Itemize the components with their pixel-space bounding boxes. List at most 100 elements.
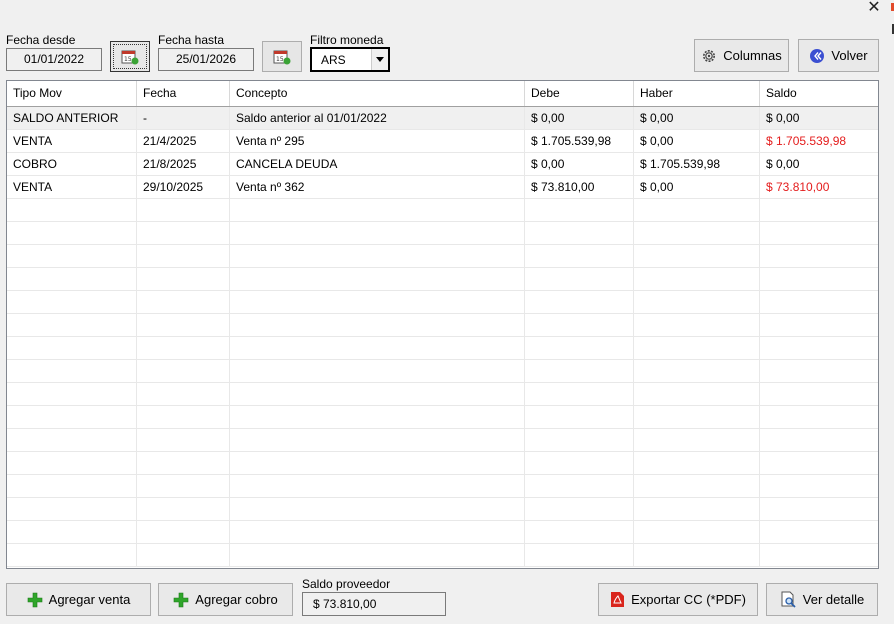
ver-detalle-label: Ver detalle [802,592,865,607]
fecha-hasta-calendar-button[interactable]: 15 [262,41,302,72]
cell-debe [525,406,634,428]
column-header-concepto[interactable]: Concepto [230,81,525,106]
cell-fecha: - [137,107,230,129]
cell-tipo [7,498,137,520]
cell-tipo [7,268,137,290]
cell-tipo [7,383,137,405]
agregar-venta-label: Agregar venta [48,592,131,607]
cell-saldo [760,291,878,313]
filtro-moneda-label: Filtro moneda [310,33,384,47]
cell-haber [634,406,760,428]
movements-table[interactable]: Tipo Mov Fecha Concepto Debe Haber Saldo… [6,80,879,569]
volver-button[interactable]: Volver [798,39,879,72]
cell-tipo [7,360,137,382]
empty-table-row [7,268,878,291]
cell-concepto: Venta nº 362 [230,176,525,198]
cell-haber [634,521,760,543]
cell-tipo [7,314,137,336]
table-row[interactable]: COBRO 21/8/2025 CANCELA DEUDA $ 0,00 $ 1.705… [7,153,878,176]
empty-table-row [7,360,878,383]
plus-icon [27,592,42,607]
cell-fecha [137,544,230,566]
cell-debe [525,222,634,244]
chevron-down-icon[interactable] [371,49,388,70]
moneda-select[interactable]: ARS [310,47,390,72]
cell-haber [634,383,760,405]
exportar-pdf-button[interactable]: Exportar CC (*PDF) [598,583,758,616]
column-header-debe[interactable]: Debe [525,81,634,106]
cell-concepto [230,452,525,474]
fecha-hasta-field[interactable]: 25/01/2026 [158,48,254,71]
cell-saldo [760,337,878,359]
cell-debe [525,498,634,520]
empty-table-row [7,245,878,268]
cell-saldo [760,521,878,543]
pdf-icon [611,592,625,607]
column-header-saldo[interactable]: Saldo [760,81,878,106]
cell-saldo [760,245,878,267]
cell-debe [525,291,634,313]
cell-tipo [7,452,137,474]
agregar-venta-button[interactable]: Agregar venta [6,583,151,616]
saldo-proveedor-label: Saldo proveedor [302,577,391,591]
cell-saldo [760,199,878,221]
cell-saldo [760,406,878,428]
cell-fecha: 21/4/2025 [137,130,230,152]
svg-text:15: 15 [124,56,132,63]
cell-concepto: Venta nº 295 [230,130,525,152]
cell-saldo [760,222,878,244]
cell-tipo: VENTA [7,176,137,198]
table-row[interactable]: SALDO ANTERIOR - Saldo anterior al 01/01/2… [7,107,878,130]
cell-saldo: $ 1.705.539,98 [766,134,847,148]
cell-debe [525,475,634,497]
cell-debe [525,521,634,543]
fecha-desde-calendar-button[interactable]: 15 [110,41,150,72]
cell-tipo: VENTA [7,130,137,152]
cell-debe: $ 0,00 [525,107,634,129]
cell-haber: $ 0,00 [634,130,760,152]
ver-detalle-button[interactable]: Ver detalle [766,583,878,616]
empty-table-row [7,337,878,360]
columnas-button-label: Columnas [723,48,782,63]
cell-fecha: 29/10/2025 [137,176,230,198]
cell-debe [525,429,634,451]
cell-haber [634,222,760,244]
fecha-hasta-label: Fecha hasta [158,33,225,47]
cell-saldo [760,383,878,405]
empty-table-row [7,406,878,429]
cell-fecha [137,222,230,244]
cell-haber [634,245,760,267]
empty-table-row [7,475,878,498]
title-bar: ✕ [0,0,894,24]
cell-concepto [230,268,525,290]
column-header-haber[interactable]: Haber [634,81,760,106]
cell-fecha [137,429,230,451]
moneda-select-value: ARS [321,53,346,67]
back-icon [810,48,825,63]
cell-tipo [7,199,137,221]
cell-fecha [137,475,230,497]
cell-haber [634,498,760,520]
cell-fecha [137,337,230,359]
agregar-cobro-button[interactable]: Agregar cobro [158,583,293,616]
calendar-icon: 15 [273,50,291,64]
cell-tipo [7,429,137,451]
column-header-fecha[interactable]: Fecha [137,81,230,106]
cell-fecha [137,314,230,336]
cell-debe [525,452,634,474]
cell-saldo [760,475,878,497]
cell-tipo: COBRO [7,153,137,175]
close-icon[interactable]: ✕ [866,0,882,18]
table-header: Tipo Mov Fecha Concepto Debe Haber Saldo [7,81,878,107]
table-row[interactable]: VENTA 21/4/2025 Venta nº 295 $ 1.705.539,98… [7,130,878,153]
columnas-button[interactable]: Columnas [694,39,789,72]
column-header-tipo-mov[interactable]: Tipo Mov [7,81,137,106]
table-row[interactable]: VENTA 29/10/2025 Venta nº 362 $ 73.810,00 $ … [7,176,878,199]
cell-concepto [230,475,525,497]
empty-table-row [7,544,878,567]
fecha-desde-field[interactable]: 01/01/2022 [6,48,102,71]
cell-concepto [230,291,525,313]
empty-table-row [7,199,878,222]
cell-fecha [137,268,230,290]
cell-concepto [230,429,525,451]
